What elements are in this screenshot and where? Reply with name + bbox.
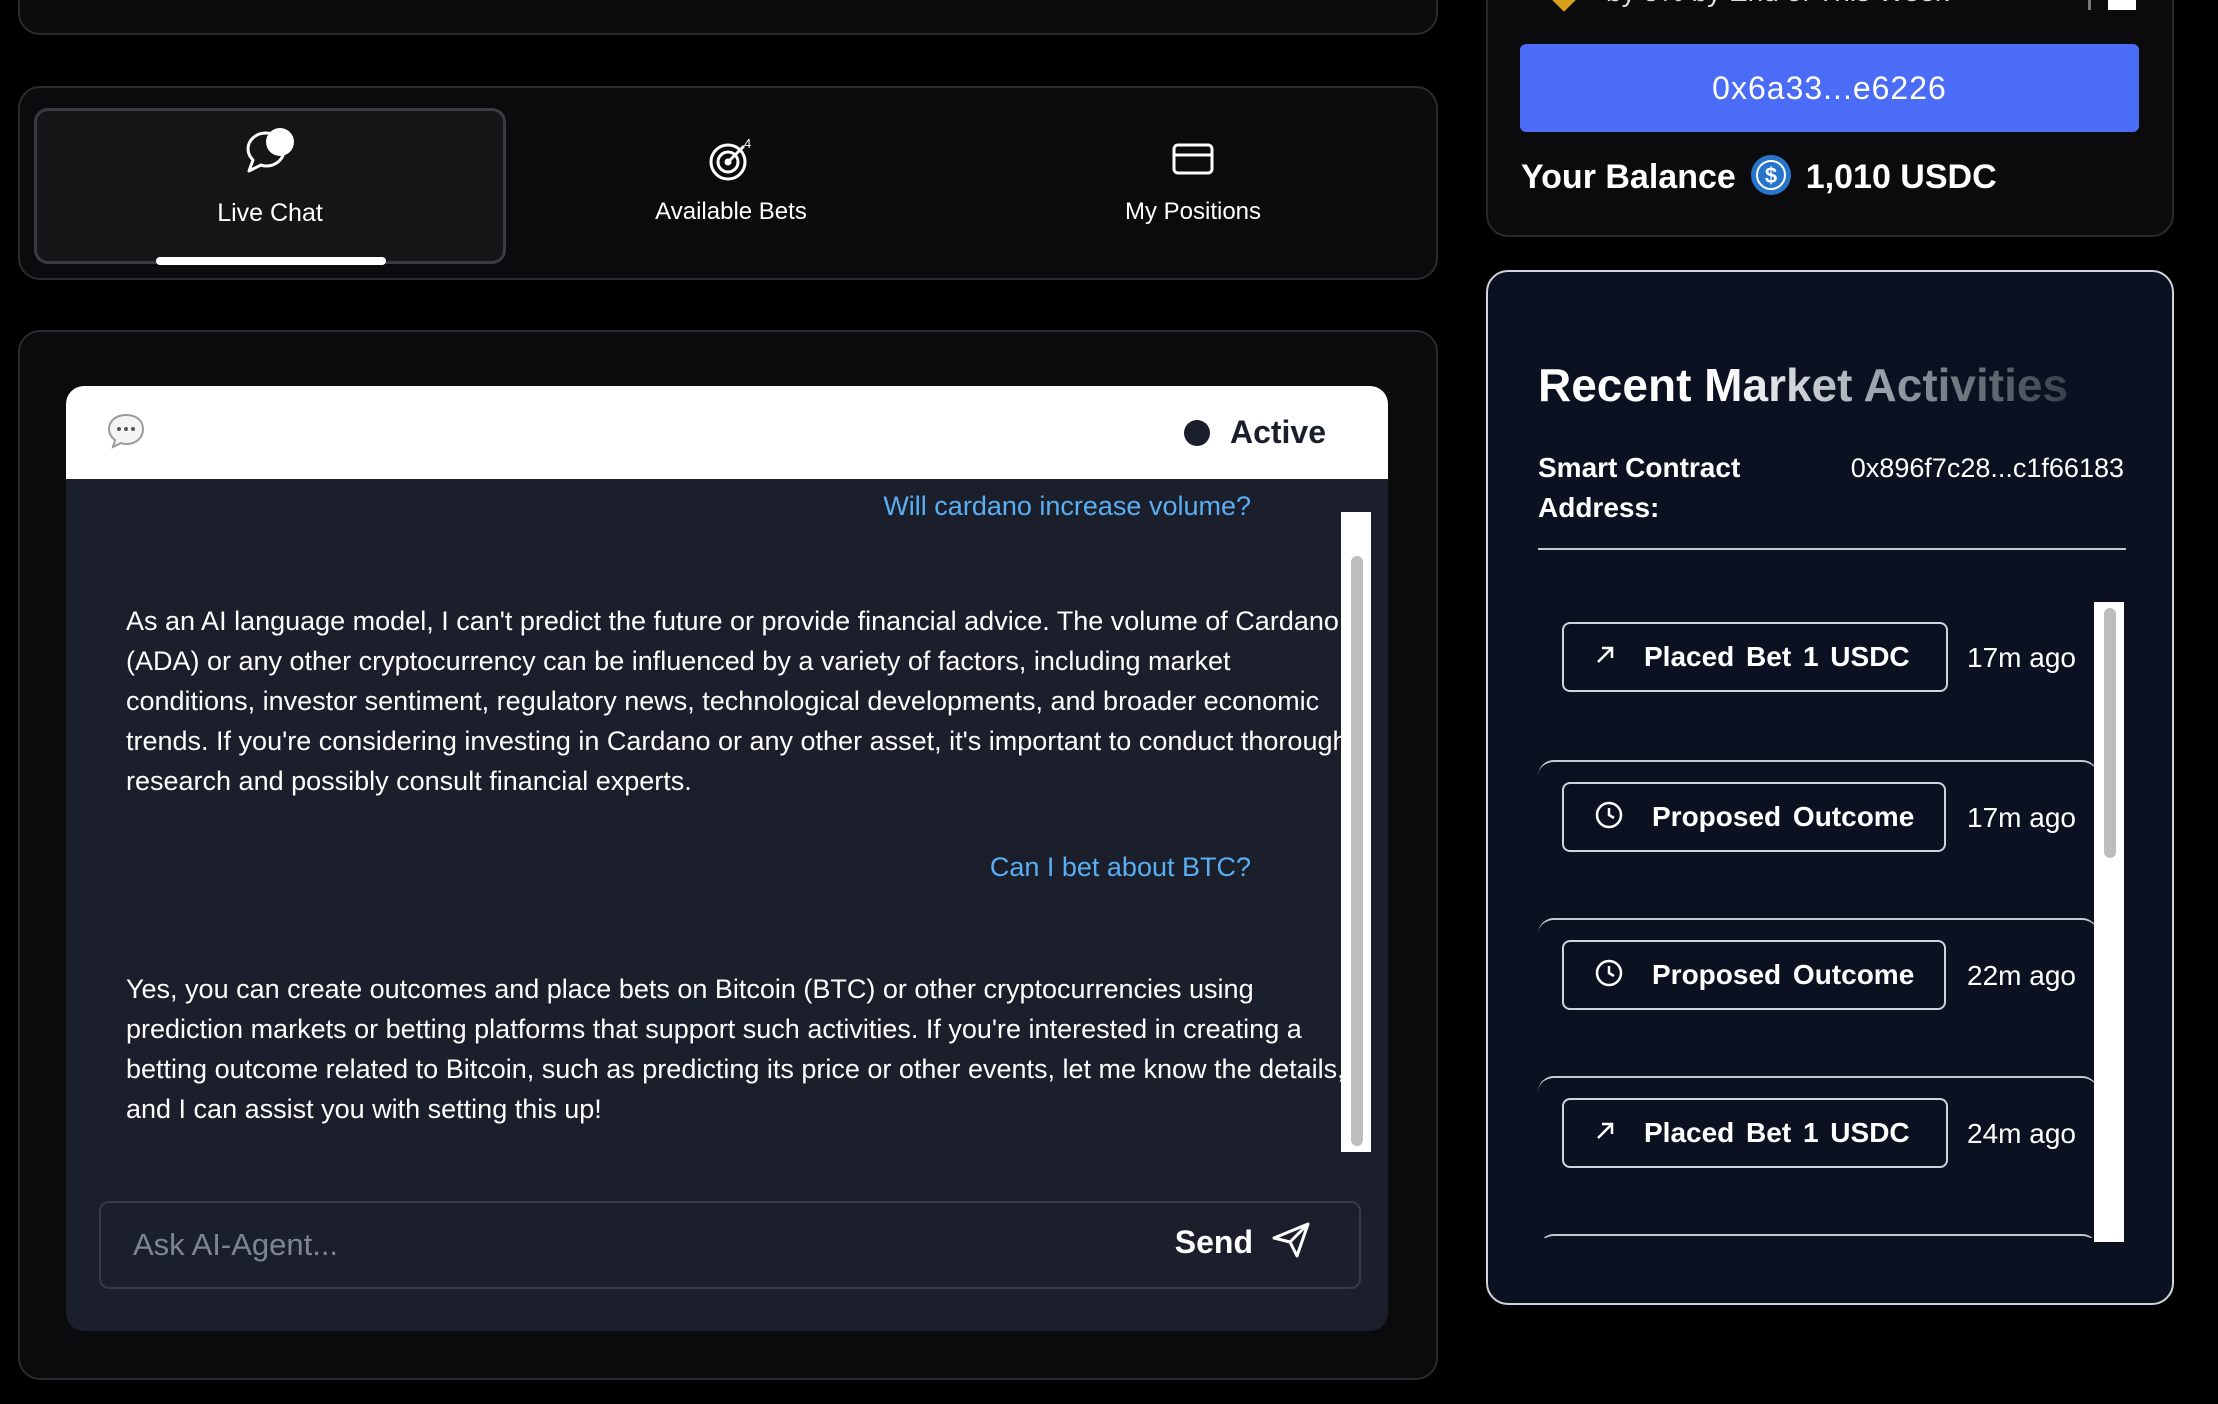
tab-live-chat[interactable]: Live Chat <box>34 108 506 265</box>
chat-header: Active <box>66 386 1388 479</box>
market-question: by 5% by End of This Week <box>1606 0 1949 8</box>
activity-row: Placed Bet 1 USDC 24m ago <box>1538 1076 2098 1236</box>
activity-row: Proposed Outcome 22m ago <box>1538 918 2098 1078</box>
activity-pill[interactable]: Proposed Outcome <box>1562 940 1946 1010</box>
activity-time: 24m ago <box>1967 1118 2076 1149</box>
activity-time: 17m ago <box>1967 802 2076 833</box>
divider <box>1538 548 2126 550</box>
balance-value: 1,010 USDC <box>1805 157 1997 196</box>
user-message: Can I bet about BTC? <box>989 852 1251 882</box>
card-icon <box>1172 142 1214 181</box>
status-dot <box>1183 419 1210 446</box>
activity-time: 17m ago <box>1967 642 2076 673</box>
balance: Your Balance $ 1,010 USDC <box>1521 152 1997 202</box>
tab-available-bets[interactable]: 4 Available Bets <box>496 88 966 278</box>
message-list: Will cardano increase volume? As an AI l… <box>66 479 1341 1169</box>
activity-list: Placed Bet 1 USDC 17m ago Proposed Outco… <box>1538 602 2098 1238</box>
activity-row <box>1538 1234 2098 1238</box>
activity-pill[interactable]: Proposed Outcome <box>1562 782 1946 852</box>
recent-activities-panel: Recent Market Activities Smart Contract … <box>1486 270 2174 1305</box>
paper-plane-icon <box>1271 1221 1311 1264</box>
top-panel <box>18 0 1438 35</box>
svg-text:$: $ <box>1765 163 1777 188</box>
activity-row: Placed Bet 1 USDC 17m ago <box>1538 602 2098 760</box>
tab-label: My Positions <box>1124 198 1262 225</box>
chat-input-box: Send <box>99 1201 1361 1289</box>
svg-text:4: 4 <box>744 136 751 151</box>
user-message: Will cardano increase volume? <box>883 491 1251 521</box>
wallet-address-button[interactable]: 0x6a33...e6226 <box>1520 44 2139 132</box>
activity-action: Proposed Outcome <box>1652 801 1915 832</box>
contract-address-value: 0x896f7c28...c1f66183 <box>1850 453 2124 483</box>
activity-action: Placed Bet 1 USDC <box>1644 1117 1910 1148</box>
tab-my-positions[interactable]: My Positions <box>958 88 1428 278</box>
checkbox[interactable] <box>2108 0 2136 10</box>
target-icon: 4 <box>708 136 754 187</box>
send-label: Send <box>1174 1224 1253 1260</box>
activity-pill[interactable]: Placed Bet 1 USDC <box>1562 1098 1948 1168</box>
chat-card: Active Will cardano increase volume? As … <box>66 386 1388 1331</box>
ai-message: Yes, you can create outcomes and place b… <box>126 974 1341 1124</box>
balance-label: Your Balance <box>1521 157 1736 196</box>
tab-label: Available Bets <box>655 198 807 225</box>
activity-action: Proposed Outcome <box>1652 959 1915 990</box>
clock-icon <box>1594 800 1624 835</box>
chat-status: Active <box>1183 414 1326 451</box>
tab-label: Live Chat <box>217 199 323 227</box>
speech-bubble-icon <box>106 412 146 455</box>
arrow-up-right-icon <box>1594 1120 1616 1147</box>
ask-agent-input[interactable] <box>131 1221 1085 1269</box>
tab-bar: Live Chat 4 Available Bets My Positions <box>18 86 1438 280</box>
activity-action: Placed Bet 1 USDC <box>1644 641 1910 672</box>
market-item-strip[interactable]: by 5% by End of This Week <box>1520 0 2140 12</box>
send-button[interactable]: Send <box>1175 1221 1311 1264</box>
contract-address-label: Smart Contract Address: <box>1538 452 1741 523</box>
coin-icon <box>1544 0 1584 12</box>
usdc-icon: $ <box>1750 154 1792 201</box>
status-text: Active <box>1229 414 1326 450</box>
divider <box>2088 0 2091 10</box>
activity-scrollbar-thumb[interactable] <box>2104 608 2116 858</box>
ai-message: As an AI language model, I can't predict… <box>126 606 1341 796</box>
chat-bubble-icon <box>244 127 296 184</box>
activity-time: 22m ago <box>1967 960 2076 991</box>
active-tab-indicator <box>156 257 386 265</box>
activity-row: Proposed Outcome 17m ago <box>1538 760 2098 920</box>
arrow-up-right-icon <box>1594 644 1616 671</box>
chat-scrollbar-thumb[interactable] <box>1351 556 1363 1146</box>
clock-icon <box>1594 958 1624 993</box>
activities-title: Recent Market Activities <box>1538 359 2069 411</box>
activity-pill[interactable]: Placed Bet 1 USDC <box>1562 622 1948 692</box>
